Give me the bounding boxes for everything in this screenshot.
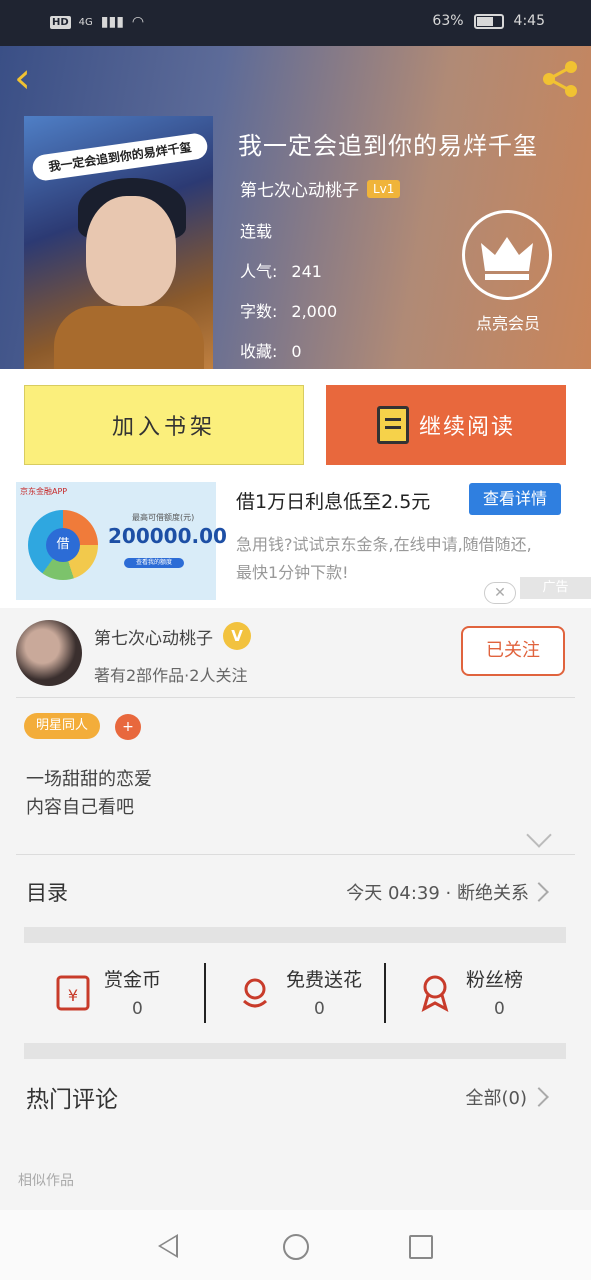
add-to-shelf-button[interactable]: 加入书架 [24,385,304,465]
status-right: 63% 4:45 [432,13,545,29]
chevron-right-icon [529,882,549,902]
ad-tag: 广告 [520,577,591,599]
comments-label: 热门评论 [26,1087,118,1113]
stat-fan-ranking[interactable]: 粉丝榜 0 [386,943,566,1043]
continue-reading-button[interactable]: 继续阅读 [326,385,566,465]
stat-reward-coins[interactable]: ¥ 赏金币 0 [24,943,204,1043]
ad-details-button[interactable]: 查看详情 [469,483,561,515]
verified-badge: V [223,622,251,650]
svg-text:¥: ¥ [68,986,78,1005]
popularity-value: 241 [291,262,322,281]
share-icon [543,61,577,97]
vip-label[interactable]: 点亮会员 [468,310,548,334]
book-intro: 一场甜甜的恋爱 内容自己看吧 [26,766,152,822]
word-count-label: 字数: [240,302,278,321]
latest-chapter: 今天 04:39 · 断绝关系 [346,883,529,904]
network-type: 4G [78,16,93,28]
nav-recents-icon[interactable] [409,1235,433,1259]
similar-works-heading: 相似作品 [18,1173,74,1189]
action-bar: 加入书架 继续阅读 [0,369,591,477]
cover-face [86,196,176,306]
stat-value: 0 [494,999,505,1019]
back-arrow-icon: ‹ [14,53,31,102]
book-status: 连载 [240,222,273,241]
intro-line: 一场甜甜的恋爱 [26,769,152,790]
support-stats: ¥ 赏金币 0 免费送花 0 粉丝榜 0 [24,943,566,1043]
book-cover[interactable]: 我一定会追到你的易烊千玺 [24,116,213,369]
stat-name: 赏金币 [104,969,162,991]
divider [16,697,575,698]
stat-name: 粉丝榜 [466,969,524,991]
favorites-value: 0 [291,342,302,361]
chevron-down-icon[interactable] [526,822,552,848]
author-stats: 著有2部作品·2人关注 [94,666,248,685]
system-nav-bar [0,1210,591,1280]
book-title: 我一定会追到你的易烊千玺 [238,132,538,160]
ad-gauge: 借 [28,510,98,580]
section-separator [24,927,566,943]
cover-caption: 我一定会追到你的易烊千玺 [31,131,209,183]
book-author[interactable]: 第七次心动桃子 [240,176,359,201]
book-author-line: 第七次心动桃子 Lv1 [240,176,401,201]
tag-chip[interactable]: 明星同人 [24,713,101,739]
book-icon [376,406,409,444]
nav-back-icon[interactable] [158,1234,178,1258]
avatar[interactable] [16,620,82,686]
follow-button[interactable]: 已关注 [461,626,565,676]
battery-icon [473,13,504,29]
hd-badge: HD [50,15,71,29]
vip-button[interactable] [462,210,552,300]
add-tag-button[interactable]: + [115,714,141,740]
ad-image-button: 查看我的额度 [124,558,184,568]
popularity: 人气: 241 [240,258,322,282]
ad-image-caption: 最高可借额度(元) [132,513,195,522]
author-name[interactable]: 第七次心动桃子 [94,624,213,649]
wifi-icon: ◠ [131,14,145,30]
status-bar: HD 4G ▮▮▮ ◠ 63% 4:45 [0,0,591,46]
flower-icon [234,971,276,1013]
signal-icon: ▮▮▮ [100,14,124,30]
stat-name: 免费送花 [286,969,363,991]
favorites: 收藏: 0 [240,338,302,362]
ad-close-button[interactable]: ✕ [484,582,516,604]
medal-icon [414,971,456,1013]
battery-percent: 63% [432,13,464,29]
word-count: 字数: 2,000 [240,298,337,322]
all-comments-link[interactable]: 全部(0) [466,1084,528,1110]
stat-value: 0 [314,999,325,1019]
ad-banner[interactable]: 京东金融APP 借 最高可借额度(元) 200000.00 查看我的额度 借1万… [0,477,591,608]
level-badge: Lv1 [367,179,401,198]
share-button[interactable] [537,56,583,102]
book-header: ‹ 我一定会追到你的易烊千玺 我一定会追到你的易烊千玺 第七次心动桃子 Lv1 … [0,46,591,369]
favorites-label: 收藏: [240,342,278,361]
ad-description: 急用钱?试试京东金条,在线申请,随借随还,最快1分钟下款! [236,535,532,582]
catalog-row[interactable]: 目录 今天 04:39 · 断绝关系 [0,855,591,927]
back-button[interactable]: ‹ [14,57,54,99]
continue-reading-label: 继续阅读 [418,415,515,440]
stat-free-flowers[interactable]: 免费送花 0 [206,943,386,1043]
crown-icon [481,237,533,280]
catalog-label: 目录 [26,881,68,905]
intro-line: 内容自己看吧 [26,797,134,818]
word-count-value: 2,000 [291,302,338,321]
author-name-row: 第七次心动桃子 V [94,622,251,650]
ad-title[interactable]: 借1万日利息低至2.5元 [236,487,430,514]
ad-image[interactable]: 京东金融APP 借 最高可借额度(元) 200000.00 查看我的额度 [16,482,227,600]
author-section: 第七次心动桃子 V 著有2部作品·2人关注 已关注 [0,608,591,697]
clock: 4:45 [513,13,545,29]
cover-sweater [54,306,204,369]
nav-home-icon[interactable] [283,1234,309,1260]
hot-comments-row[interactable]: 热门评论 全部(0) [0,1058,591,1138]
ad-image-amount: 200000.00 [108,524,227,548]
ad-gauge-label: 借 [46,528,80,562]
ad-image-logo: 京东金融APP [20,487,68,496]
status-left: HD 4G ▮▮▮ ◠ [50,14,144,30]
chevron-right-icon [529,1087,549,1107]
stat-value: 0 [132,999,143,1019]
red-envelope-icon: ¥ [52,971,94,1013]
section-separator [24,1043,566,1059]
popularity-label: 人气: [240,262,278,281]
